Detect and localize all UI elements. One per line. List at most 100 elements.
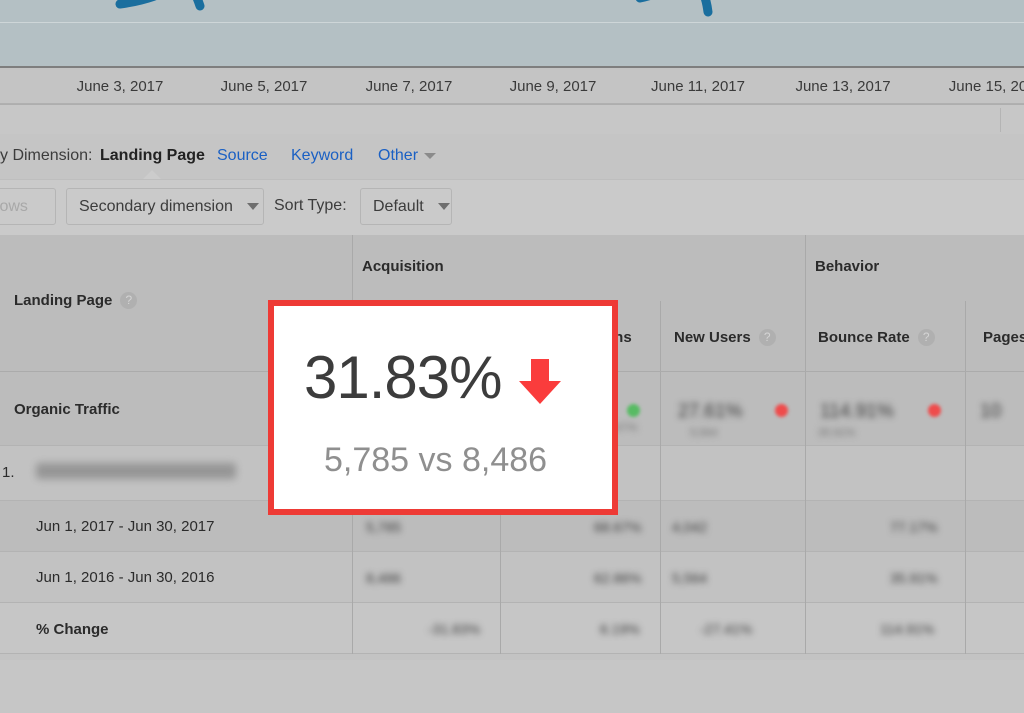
cell-sessions-change: -31.83% bbox=[428, 621, 480, 637]
grid-divider bbox=[965, 372, 966, 446]
grid-divider bbox=[805, 603, 806, 654]
scrollbar-thumb[interactable] bbox=[0, 108, 1001, 132]
column-header-bounce-rate[interactable]: Bounce Rate ? bbox=[818, 329, 935, 346]
sort-type-value: Default bbox=[373, 198, 424, 216]
cell-new-users-sub: 5,564 bbox=[690, 427, 718, 439]
active-tab-pointer-icon bbox=[143, 170, 161, 179]
row-label-organic-traffic: Organic Traffic bbox=[14, 401, 120, 418]
cell-sessions-2016: 8,486 bbox=[366, 570, 401, 586]
table-toolbar: t Rows Secondary dimension Sort Type: De… bbox=[0, 179, 1024, 236]
column-header-pages-label: Pages bbox=[983, 329, 1024, 346]
help-icon[interactable]: ? bbox=[759, 329, 776, 346]
row-index: 1. bbox=[2, 464, 15, 481]
cell-new-users-2016: 5,564 bbox=[672, 570, 707, 586]
grid-divider bbox=[965, 552, 966, 603]
primary-dimension-bar: y Dimension: Landing Page Source Keyword… bbox=[0, 134, 1024, 179]
cell-pages-change: 10 bbox=[980, 401, 1001, 423]
dimension-tab-landing-page[interactable]: Landing Page bbox=[100, 147, 205, 165]
axis-tick-4: June 11, 2017 bbox=[651, 78, 745, 95]
grid-divider bbox=[805, 301, 806, 371]
grid-divider bbox=[805, 501, 806, 552]
cell-new-users-pct-2016: 62.86% bbox=[594, 570, 641, 586]
column-header-new-users[interactable]: New Users ? bbox=[674, 329, 776, 346]
grid-divider bbox=[965, 501, 966, 552]
horizontal-scrollbar[interactable] bbox=[0, 104, 1024, 135]
sort-type-label: Sort Type: bbox=[274, 197, 347, 215]
grid-divider bbox=[500, 552, 501, 603]
redacted-landing-page-link[interactable] bbox=[36, 463, 236, 479]
group-header-behavior: Behavior bbox=[815, 258, 879, 275]
axis-tick-0: June 3, 2017 bbox=[77, 78, 164, 95]
help-icon[interactable]: ? bbox=[120, 292, 137, 309]
help-icon[interactable]: ? bbox=[918, 329, 935, 346]
grid-divider bbox=[352, 603, 353, 654]
chevron-down-icon bbox=[438, 203, 450, 210]
axis-tick-6: June 15, 20 bbox=[949, 78, 1024, 95]
column-header-new-users-label: New Users bbox=[674, 329, 751, 346]
dimension-tab-keyword[interactable]: Keyword bbox=[291, 147, 353, 165]
timeline-chart bbox=[0, 0, 1024, 68]
table-row: % Change -31.83% 6.19% -27.41% 114.91% bbox=[0, 603, 1024, 654]
axis-tick-3: June 9, 2017 bbox=[510, 78, 597, 95]
cell-new-users-2017: 4,042 bbox=[672, 519, 707, 535]
grid-divider bbox=[660, 501, 661, 552]
chevron-down-icon bbox=[247, 203, 259, 210]
group-header-acquisition: Acquisition bbox=[362, 258, 444, 275]
cell-bounce-rate-sub: 35.91% bbox=[818, 427, 855, 439]
grid-divider bbox=[660, 603, 661, 654]
sort-type-button[interactable]: Default bbox=[360, 188, 452, 225]
grid-divider bbox=[660, 446, 661, 501]
grid-divider bbox=[965, 603, 966, 654]
grid-divider bbox=[352, 552, 353, 603]
grid-divider bbox=[805, 235, 806, 301]
grid-divider bbox=[352, 235, 353, 301]
column-header-bounce-rate-label: Bounce Rate bbox=[818, 329, 910, 346]
grid-divider bbox=[965, 446, 966, 501]
axis-tick-5: June 13, 2017 bbox=[795, 78, 890, 95]
dimension-tab-other[interactable]: Other bbox=[378, 147, 436, 165]
grid-divider bbox=[965, 301, 966, 371]
status-dot-positive bbox=[627, 404, 640, 417]
grid-divider bbox=[500, 603, 501, 654]
cell-bounce-rate-change: 114.91% bbox=[820, 401, 894, 423]
arrow-down-icon bbox=[518, 359, 562, 405]
column-header-landing-page-label: Landing Page bbox=[14, 292, 112, 309]
row-label-period-current: Jun 1, 2017 - Jun 30, 2017 bbox=[36, 518, 214, 535]
secondary-dimension-label: Secondary dimension bbox=[79, 198, 233, 216]
grid-divider bbox=[805, 552, 806, 603]
callout-headline: 31.83% bbox=[304, 348, 562, 408]
cell-bounce-rate-2016: 35.91% bbox=[890, 570, 937, 586]
callout-comparison: 5,785 vs 8,486 bbox=[324, 441, 547, 480]
plot-rows-label: t Rows bbox=[0, 198, 28, 216]
grid-divider bbox=[660, 301, 661, 371]
date-axis: June 3, 2017 June 5, 2017 June 7, 2017 J… bbox=[0, 70, 1024, 104]
grid-divider bbox=[805, 446, 806, 501]
callout-percent: 31.83% bbox=[304, 348, 502, 408]
grid-divider bbox=[660, 552, 661, 603]
cell-new-users-change: 27.61% bbox=[678, 401, 742, 423]
dimension-tab-source[interactable]: Source bbox=[217, 147, 268, 165]
cell-new-users-pct-2017: 68.67% bbox=[594, 519, 641, 535]
column-header-pages[interactable]: Pages bbox=[983, 329, 1024, 346]
grid-divider bbox=[660, 372, 661, 446]
cell-bounce-rate-change: 114.91% bbox=[880, 621, 934, 637]
cell-bounce-rate-2017: 77.17% bbox=[890, 519, 937, 535]
grid-divider bbox=[805, 372, 806, 446]
cell-new-users-change: -27.41% bbox=[700, 621, 752, 637]
chart-bottom-border bbox=[0, 66, 1024, 68]
axis-tick-2: June 7, 2017 bbox=[366, 78, 453, 95]
table-group-header-row: Acquisition Behavior bbox=[0, 235, 1024, 301]
cell-sessions-2017: 5,785 bbox=[366, 519, 401, 535]
analytics-screenshot: June 3, 2017 June 5, 2017 June 7, 2017 J… bbox=[0, 0, 1024, 713]
chevron-down-icon bbox=[424, 153, 436, 159]
row-label-period-previous: Jun 1, 2016 - Jun 30, 2016 bbox=[36, 569, 214, 586]
table-row: Jun 1, 2016 - Jun 30, 2016 8,486 62.86% … bbox=[0, 552, 1024, 603]
plot-rows-button[interactable]: t Rows bbox=[0, 188, 56, 225]
metric-callout: 31.83% 5,785 vs 8,486 bbox=[268, 300, 618, 515]
secondary-dimension-button[interactable]: Secondary dimension bbox=[66, 188, 264, 225]
status-dot-negative bbox=[775, 404, 788, 417]
chart-line-svg bbox=[0, 0, 1024, 68]
row-label-percent-change: % Change bbox=[36, 621, 109, 638]
table-footer-space bbox=[0, 660, 1024, 713]
column-header-landing-page[interactable]: Landing Page ? bbox=[14, 292, 137, 309]
